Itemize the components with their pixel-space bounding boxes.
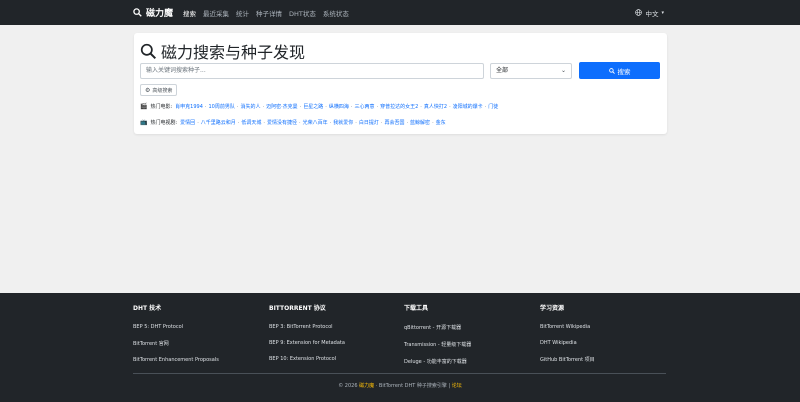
nav-links: 搜索 最近采集 统计 种子详情 DHT状态 系统状态 [183, 8, 356, 18]
footer-link[interactable]: DHT Wikipedia [540, 340, 670, 346]
nav-item-search[interactable]: 搜索 [183, 8, 196, 18]
footer-column-title: 下载工具 [404, 305, 429, 312]
forum-link[interactable]: 论坛 [452, 383, 462, 389]
tv-icon: 📺 [140, 119, 148, 126]
hot-movie-link[interactable]: 肖申克1994 [175, 103, 203, 110]
hot-tv-link[interactable]: 我就爱你 [333, 119, 353, 126]
hot-tv-link[interactable]: 金东 [436, 119, 446, 126]
hot-tv-link[interactable]: 光荣八百年 [303, 119, 328, 126]
hot-movie-link[interactable]: 三心两意 [354, 103, 374, 110]
hot-movies-label: 热门电影: [150, 104, 173, 110]
gear-icon: ⚙ [145, 86, 151, 94]
nav-item-dht-status[interactable]: DHT状态 [289, 8, 316, 18]
footer-link[interactable]: Transmission - 轻量级下载器 [404, 341, 534, 348]
hot-tv-link[interactable]: 再会吾国 [384, 119, 404, 126]
nav-item-recent[interactable]: 最近采集 [203, 8, 229, 18]
copyright-year: © 2026 [338, 383, 358, 389]
footer-link[interactable]: BitTorrent Enhancement Proposals [133, 357, 263, 363]
magnifier-icon [133, 8, 142, 17]
hot-movie-link[interactable]: 消失的人 [240, 103, 260, 110]
hot-tv-row: 📺 热门电视剧: 爱情回 · 八千里路云和月 · 低调天城 · 爱情没有捷径 · 光荣八… [140, 119, 446, 126]
hot-movie-link[interactable]: 门徒 [488, 103, 498, 110]
footer-column-title: 学习资源 [540, 305, 565, 312]
copyright-text: · BitTorrent DHT 种子搜索引擎 | [375, 383, 451, 389]
category-select[interactable]: 全部 ⌄ [490, 63, 572, 79]
footer-link[interactable]: BEP 9: Extension for Metadata [269, 340, 399, 346]
hot-movie-link[interactable]: 10周前男队 [209, 103, 235, 110]
footer-column-bittorrent: BITTORRENT 协议 BEP 3: BitTorrent Protocol… [269, 303, 399, 372]
search-button-label: 搜索 [617, 67, 631, 76]
top-navbar: 磁力魔 搜索 最近采集 统计 种子详情 DHT状态 系统状态 中文 ▾ [0, 0, 800, 25]
hot-movie-link[interactable]: 纵横四海 [329, 103, 349, 110]
copyright-line: © 2026 磁力魔 · BitTorrent DHT 种子搜索引擎 | 论坛 [0, 382, 800, 389]
site-footer: DHT 技术 BEP 5: DHT Protocol BitTorrent 官网… [0, 293, 800, 402]
footer-divider [133, 373, 666, 374]
footer-column-resources: 学习资源 BitTorrent Wikipedia DHT Wikipedia … [540, 303, 670, 373]
hot-tv-link[interactable]: 爱情没有捷径 [267, 119, 297, 126]
hot-tv-link[interactable]: 白日提灯 [359, 119, 379, 126]
footer-column-tools: 下载工具 qBittorrent - 开源下载器 Transmission - … [404, 303, 534, 375]
film-icon: 🎬 [140, 103, 148, 110]
footer-link[interactable]: BEP 10: Extension Protocol [269, 356, 399, 362]
footer-link[interactable]: qBittorrent - 开源下载器 [404, 324, 534, 331]
nav-item-torrent-detail[interactable]: 种子详情 [256, 8, 282, 18]
search-heading: 磁力搜索与种子发现 [140, 39, 305, 63]
magnifier-icon [140, 43, 156, 59]
hot-movie-link[interactable]: 迈阿密·杰克曼 [266, 103, 298, 110]
copyright-brand-link[interactable]: 磁力魔 [359, 383, 374, 389]
language-label: 中文 [645, 9, 659, 18]
advanced-search-button[interactable]: ⚙ 高级搜索 [140, 84, 178, 96]
hot-movie-link[interactable]: 真人快打2 [424, 103, 447, 110]
footer-link[interactable]: Deluge - 功能丰富的下载器 [404, 358, 534, 365]
magnifier-icon [608, 67, 615, 74]
nav-item-system-status[interactable]: 系统状态 [323, 8, 349, 18]
nav-item-stats[interactable]: 统计 [236, 8, 249, 18]
search-card: 磁力搜索与种子发现 输入关键词搜索种子... 全部 ⌄ 搜索 ⚙ 高级搜索 🎬 … [134, 33, 667, 134]
footer-column-dht: DHT 技术 BEP 5: DHT Protocol BitTorrent 官网… [133, 303, 263, 373]
chevron-down-icon: ⌄ [560, 67, 566, 74]
globe-icon [635, 9, 643, 16]
hot-movies-row: 🎬 热门电影: 肖申克1994 · 10周前男队 · 消失的人 · 迈阿密·杰克曼 · … [140, 103, 499, 110]
hot-movie-link[interactable]: 穿普拉达的女王2 [380, 103, 418, 110]
page-title: 磁力搜索与种子发现 [161, 43, 306, 62]
search-button[interactable]: 搜索 [579, 62, 660, 79]
category-select-value: 全部 [496, 67, 509, 74]
footer-link[interactable]: GitHub BitTorrent 项目 [540, 356, 670, 363]
language-dropdown[interactable]: 中文 ▾ [635, 0, 664, 25]
hot-movie-link[interactable]: 凌阳城的爆卡 [453, 103, 483, 110]
caret-down-icon: ▾ [661, 9, 664, 16]
hot-tv-link[interactable]: 低调天城 [241, 119, 261, 126]
hot-tv-label: 热门电视剧: [150, 120, 178, 126]
brand-name: 磁力魔 [146, 9, 174, 19]
footer-link[interactable]: BEP 3: BitTorrent Protocol [269, 324, 399, 330]
footer-link[interactable]: BEP 5: DHT Protocol [133, 324, 263, 330]
search-input[interactable]: 输入关键词搜索种子... [140, 63, 484, 79]
brand-link[interactable]: 磁力魔 [133, 6, 173, 19]
hot-movie-link[interactable]: 巨星之路 [303, 103, 323, 110]
footer-link[interactable]: BitTorrent 官网 [133, 340, 263, 347]
hot-tv-link[interactable]: 爱情回 [180, 119, 195, 126]
footer-link[interactable]: BitTorrent Wikipedia [540, 324, 670, 330]
footer-column-title: DHT 技术 [133, 305, 162, 312]
hot-tv-link[interactable]: 八千里路云和月 [201, 119, 236, 126]
advanced-search-label: 高级搜索 [152, 87, 173, 94]
hot-tv-link[interactable]: 蓝鲸解密 [410, 119, 430, 126]
footer-column-title: BITTORRENT 协议 [269, 305, 326, 312]
